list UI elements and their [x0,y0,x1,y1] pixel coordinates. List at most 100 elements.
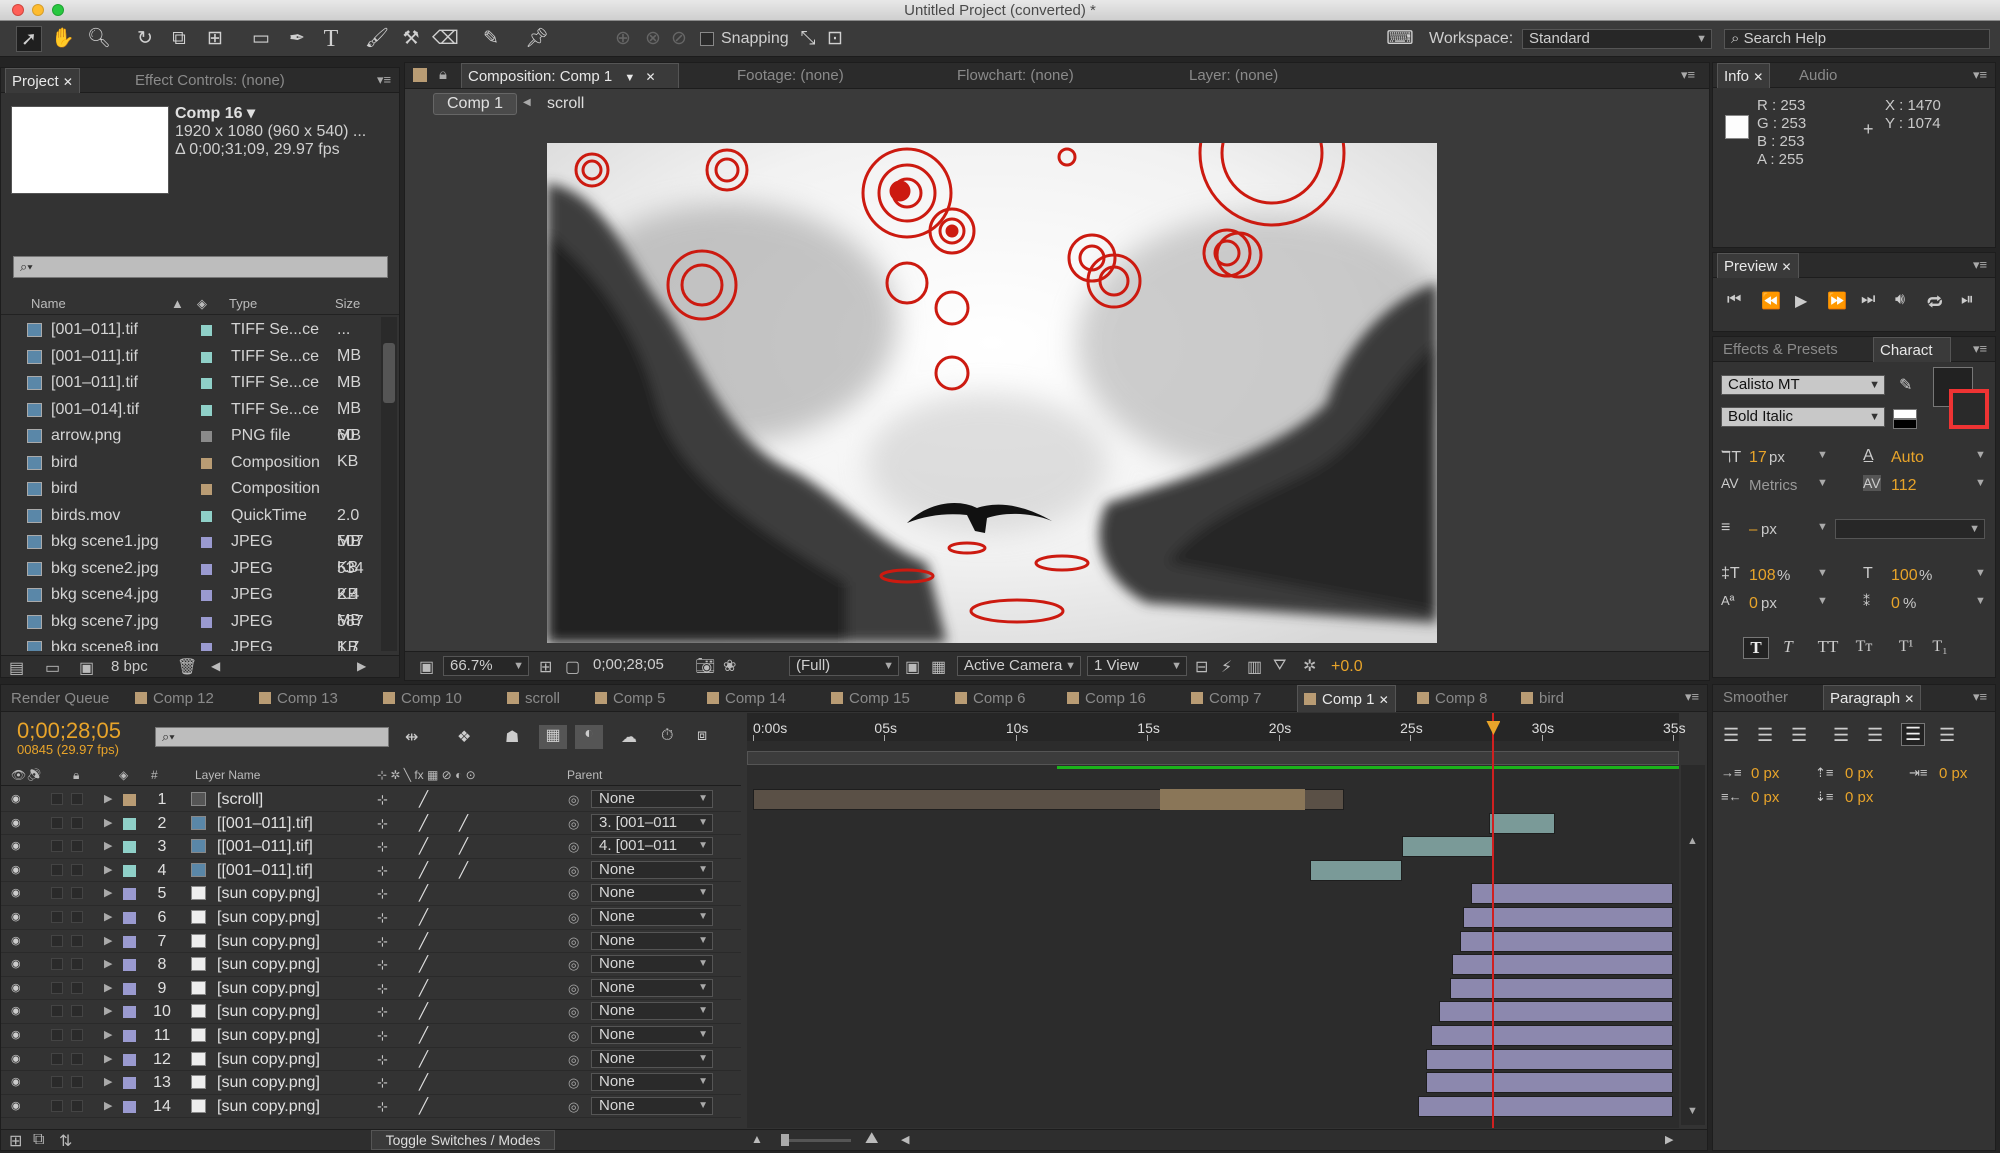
baseline-shift-dropdown-arrow[interactable]: ▼ [1817,595,1828,607]
shy-switch-icon[interactable]: ⊹ [377,835,388,858]
fit-icon[interactable]: ⊞ [539,657,552,677]
parent-pick-whip-icon[interactable]: ◎ [568,1071,579,1094]
layer-row[interactable]: ◉ ▶ 3 [[001–011].tif] ⊹ ╱ ╱ ◎ 4. [001–011 ▼ [1,835,741,859]
new-comp-icon[interactable]: ▣ [79,658,94,678]
lock-toggle[interactable] [71,1029,83,1041]
channels-icon[interactable]: ❀ [723,656,736,676]
parent-dropdown[interactable]: 3. [001–011 ▼ [591,813,713,832]
expand-triangle-icon[interactable]: ▶ [104,1095,112,1118]
tab-character[interactable]: Charact [1873,337,1951,362]
stroke-color-swatch[interactable] [1949,389,1989,429]
toggle-switches-modes-button[interactable]: Toggle Switches / Modes [371,1130,555,1150]
layer-label-color[interactable] [123,1077,136,1090]
tab-audio[interactable]: Audio [1793,63,1843,88]
motion-blur-icon[interactable]: ◐ [575,725,603,749]
layer-name[interactable]: [sun copy.png] [217,906,320,929]
solo-toggle[interactable] [51,816,63,829]
layer-name[interactable]: [scroll] [217,788,263,811]
tracking-dropdown-arrow[interactable]: ▼ [1975,477,1986,489]
layer-duration-bar[interactable] [1418,1095,1673,1117]
solo-toggle[interactable] [51,981,63,994]
tab-comp-12[interactable]: Comp 12 [129,685,220,712]
frame-blending-icon[interactable]: ▦ [539,725,567,749]
layer-duration-bar[interactable] [1402,836,1495,858]
layer-label-color[interactable] [123,1006,136,1019]
scroll-up-icon[interactable]: ▲ [1687,835,1698,847]
black-swatch[interactable] [1893,419,1917,429]
layer-row[interactable]: ◉ ▶ 11 [sun copy.png] ⊹ ╱ ◎ None ▼ [1,1024,741,1048]
zoom-out-icon[interactable]: ▲ [751,1132,763,1146]
shy-switch-icon[interactable]: ⊹ [377,1071,388,1094]
expand-triangle-icon[interactable]: ▶ [104,859,112,882]
auto-keyframe-icon[interactable]: ⏱ [661,727,673,745]
comp-name[interactable]: Comp 16 ▾ [175,105,255,123]
layer-label-color[interactable] [123,1100,136,1113]
stroke-width-value[interactable]: – [1749,521,1757,539]
lock-toggle[interactable] [71,981,83,994]
tab-comp-10[interactable]: Comp 10 [377,685,468,712]
font-size-value[interactable]: 17 [1749,449,1767,467]
close-window-button[interactable] [12,4,24,16]
parent-pick-whip-icon[interactable]: ◎ [568,906,579,929]
layer-duration-bar[interactable] [1310,859,1403,881]
parent-dropdown[interactable]: None ▼ [591,955,713,974]
layer-name[interactable]: [sun copy.png] [217,882,320,905]
leading-dropdown-arrow[interactable]: ▼ [1975,449,1986,461]
quality-switch-icon[interactable]: ╱ [459,812,468,835]
parent-dropdown[interactable]: None ▼ [591,1096,713,1115]
align-left-icon[interactable]: ☰ [1723,725,1739,746]
transfer-controls-icon[interactable]: ⧉ [33,1131,44,1149]
layer-row[interactable]: ◉ ▶ 4 [[001–011].tif] ⊹ ╱ ╱ ◎ None ▼ [1,859,741,883]
label-color-swatch[interactable] [201,590,212,601]
lock-toggle[interactable] [71,934,83,947]
parent-dropdown[interactable]: None ▼ [591,860,713,879]
tsume-value[interactable]: 0 [1891,595,1900,613]
quality-switch-icon[interactable]: ╱ [419,953,428,976]
zoom-tool-icon[interactable]: 🔍︎ [86,26,112,52]
lock-toggle[interactable] [71,863,83,876]
first-frame-icon[interactable]: ⏮ [1727,291,1741,309]
layer-name[interactable]: [sun copy.png] [217,1000,320,1023]
visibility-eye-icon[interactable]: ◉ [11,840,25,852]
loop-icon[interactable]: 🔁︎ [1927,291,1943,314]
layer-duration-bar[interactable] [1470,883,1673,905]
project-item[interactable]: bird Composition [1,476,381,502]
tab-comp-7[interactable]: Comp 7 [1185,685,1268,712]
tab-effects-presets[interactable]: Effects & Presets [1717,337,1844,362]
layer-row[interactable]: ◉ ▶ 1 [scroll] ⊹ ╱ ◎ None ▼ [1,788,741,812]
rectangle-tool-icon[interactable]: ▭ [248,26,274,52]
layer-label-color[interactable] [123,888,136,901]
scrollbar-thumb[interactable] [383,343,395,403]
axis-view-icon[interactable]: ⊘ [666,26,692,52]
layer-duration-bar[interactable] [1439,1001,1673,1023]
previous-frame-icon[interactable]: ⏪ [1761,291,1781,311]
tab-paragraph[interactable]: Paragraph ✕ [1823,685,1922,710]
solo-toggle[interactable] [51,934,63,947]
shy-switch-icon[interactable]: ⊹ [377,788,388,811]
lock-toggle[interactable] [71,1005,83,1018]
quality-switch-icon[interactable]: ╱ [419,788,428,811]
always-preview-icon[interactable]: ▣ [419,657,434,677]
solo-toggle[interactable] [51,863,63,876]
zoom-dropdown[interactable]: 66.7% ▼ [443,656,529,676]
parent-pick-whip-icon[interactable]: ◎ [568,859,579,882]
selection-tool-icon[interactable]: ➚ [16,26,42,52]
lock-toggle[interactable] [71,816,83,829]
layer-row[interactable]: ◉ ▶ 8 [sun copy.png] ⊹ ╱ ◎ None ▼ [1,953,741,977]
shy-switch-icon[interactable]: ⊹ [377,953,388,976]
layer-duration-bar[interactable] [1425,1072,1673,1094]
visibility-eye-icon[interactable]: ◉ [11,911,25,923]
timeline-icon[interactable]: ▥ [1247,657,1262,677]
solo-toggle[interactable] [51,887,63,900]
project-item[interactable]: [001–014].tif TIFF Se...ce... MB [1,397,381,444]
expand-triangle-icon[interactable]: ▶ [104,812,112,835]
parent-pick-whip-icon[interactable]: ◎ [568,930,579,953]
zoom-in-icon[interactable]: ⛰ [865,1130,878,1148]
quality-switch-icon[interactable]: ╱ [419,1071,428,1094]
panel-menu-icon[interactable]: ▾≡ [1971,67,1989,83]
label-color-swatch[interactable] [201,484,212,495]
lock-toggle[interactable] [71,840,83,853]
layer-label-color[interactable] [123,982,136,995]
parent-dropdown[interactable]: None ▼ [591,1073,713,1092]
parent-pick-whip-icon[interactable]: ◎ [568,788,579,811]
